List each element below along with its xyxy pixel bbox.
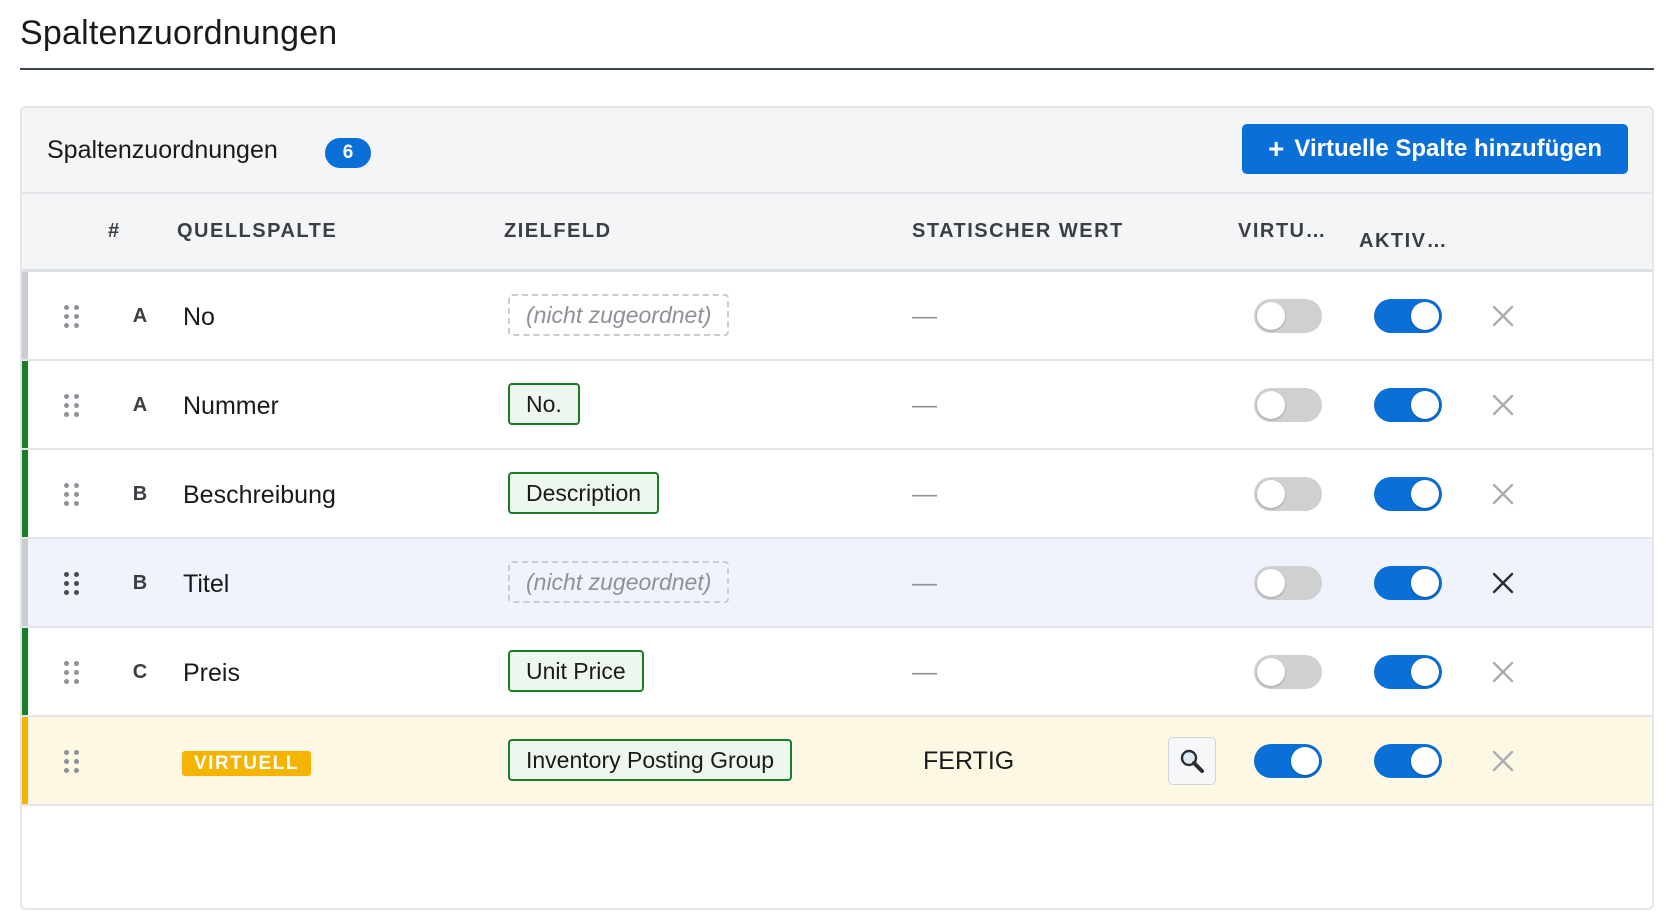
static-value: — (912, 391, 937, 419)
panel-header: Spaltenzuordnungen 6 + Virtuelle Spalte … (22, 108, 1652, 194)
page-title: Spaltenzuordnungen (20, 14, 338, 52)
active-toggle[interactable] (1374, 655, 1442, 689)
target-field-chip[interactable]: No. (508, 383, 580, 425)
row-status-accent (22, 272, 28, 359)
drag-handle-icon[interactable] (64, 661, 80, 685)
active-toggle[interactable] (1374, 566, 1442, 600)
source-column-name: Nummer (183, 392, 279, 420)
close-icon[interactable] (1490, 481, 1516, 507)
target-field-chip[interactable]: Description (508, 472, 660, 514)
static-value: — (912, 480, 937, 508)
virtual-toggle[interactable] (1254, 299, 1322, 333)
plus-icon: + (1268, 133, 1285, 164)
virtual-badge: VIRTUELL (182, 751, 311, 776)
column-header-active[interactable]: AKTIV… (1359, 230, 1448, 253)
drag-handle-icon[interactable] (64, 572, 80, 596)
source-column-letter: A (132, 305, 148, 327)
close-icon[interactable] (1490, 303, 1516, 329)
table-row[interactable]: A No (nicht zugeordnet) — (22, 272, 1652, 361)
virtual-toggle[interactable] (1254, 566, 1322, 600)
table-row[interactable]: B Titel (nicht zugeordnet) — (22, 539, 1652, 628)
source-column-letter: A (132, 394, 148, 416)
drag-handle-icon[interactable] (64, 305, 80, 329)
active-toggle[interactable] (1374, 388, 1442, 422)
close-icon[interactable] (1490, 659, 1516, 685)
panel-title: Spaltenzuordnungen (47, 136, 278, 164)
source-column-name: Preis (183, 659, 240, 687)
target-field-chip[interactable]: (nicht zugeordnet) (508, 561, 730, 603)
static-value[interactable]: FERTIG (923, 747, 1014, 776)
source-column-name: Titel (183, 570, 230, 598)
close-icon[interactable] (1490, 392, 1516, 418)
table-header: # QUELLSPALTE ZIELFELD STATISCHER WERT V… (22, 194, 1652, 272)
active-toggle[interactable] (1374, 744, 1442, 778)
row-status-accent (22, 717, 28, 804)
virtual-toggle[interactable] (1254, 744, 1322, 778)
virtual-toggle[interactable] (1254, 655, 1322, 689)
static-value: — (912, 658, 937, 686)
virtual-toggle[interactable] (1254, 477, 1322, 511)
row-status-accent (22, 361, 28, 448)
column-header-virtual[interactable]: VIRTU… (1238, 220, 1327, 243)
column-header-target[interactable]: ZIELFELD (504, 220, 612, 243)
table-row[interactable]: A Nummer No. — (22, 361, 1652, 450)
source-column-name: Beschreibung (183, 481, 336, 509)
target-field-chip[interactable]: Unit Price (508, 650, 644, 692)
close-icon[interactable] (1490, 748, 1516, 774)
add-virtual-column-button[interactable]: + Virtuelle Spalte hinzufügen (1242, 124, 1628, 174)
close-icon[interactable] (1490, 570, 1516, 596)
row-status-accent (22, 539, 28, 626)
column-header-source[interactable]: QUELLSPALTE (177, 220, 337, 243)
active-toggle[interactable] (1374, 477, 1442, 511)
row-status-accent (22, 450, 28, 537)
column-header-hash: # (108, 220, 121, 242)
table-row[interactable]: C Preis Unit Price — (22, 628, 1652, 717)
table-row[interactable]: B Beschreibung Description — (22, 450, 1652, 539)
drag-handle-icon[interactable] (64, 750, 80, 774)
column-header-static-value[interactable]: STATISCHER WERT (912, 220, 1124, 243)
table-row[interactable]: VIRTUELL Inventory Posting Group FERTIG (22, 717, 1652, 806)
row-status-accent (22, 628, 28, 715)
source-column-letter: B (132, 572, 148, 594)
target-field-chip[interactable]: Inventory Posting Group (508, 739, 793, 781)
column-mapping-panel: Spaltenzuordnungen 6 + Virtuelle Spalte … (20, 106, 1654, 910)
mapping-rows: A No (nicht zugeordnet) — A Nummer No. — B Besc… (22, 272, 1652, 806)
active-toggle[interactable] (1374, 299, 1442, 333)
drag-handle-icon[interactable] (64, 483, 80, 507)
magnifier-icon (1180, 749, 1204, 773)
drag-handle-icon[interactable] (64, 394, 80, 418)
source-column-letter: C (132, 661, 148, 683)
page-title-divider (20, 68, 1654, 70)
source-column-letter: B (132, 483, 148, 505)
static-value: — (912, 302, 937, 330)
mapping-count-badge: 6 (325, 138, 371, 168)
virtual-toggle[interactable] (1254, 388, 1322, 422)
target-field-chip[interactable]: (nicht zugeordnet) (508, 294, 730, 336)
lookup-button[interactable] (1168, 737, 1216, 785)
source-column-name: No (183, 303, 215, 331)
static-value: — (912, 569, 937, 597)
add-virtual-column-label: Virtuelle Spalte hinzufügen (1294, 135, 1602, 162)
